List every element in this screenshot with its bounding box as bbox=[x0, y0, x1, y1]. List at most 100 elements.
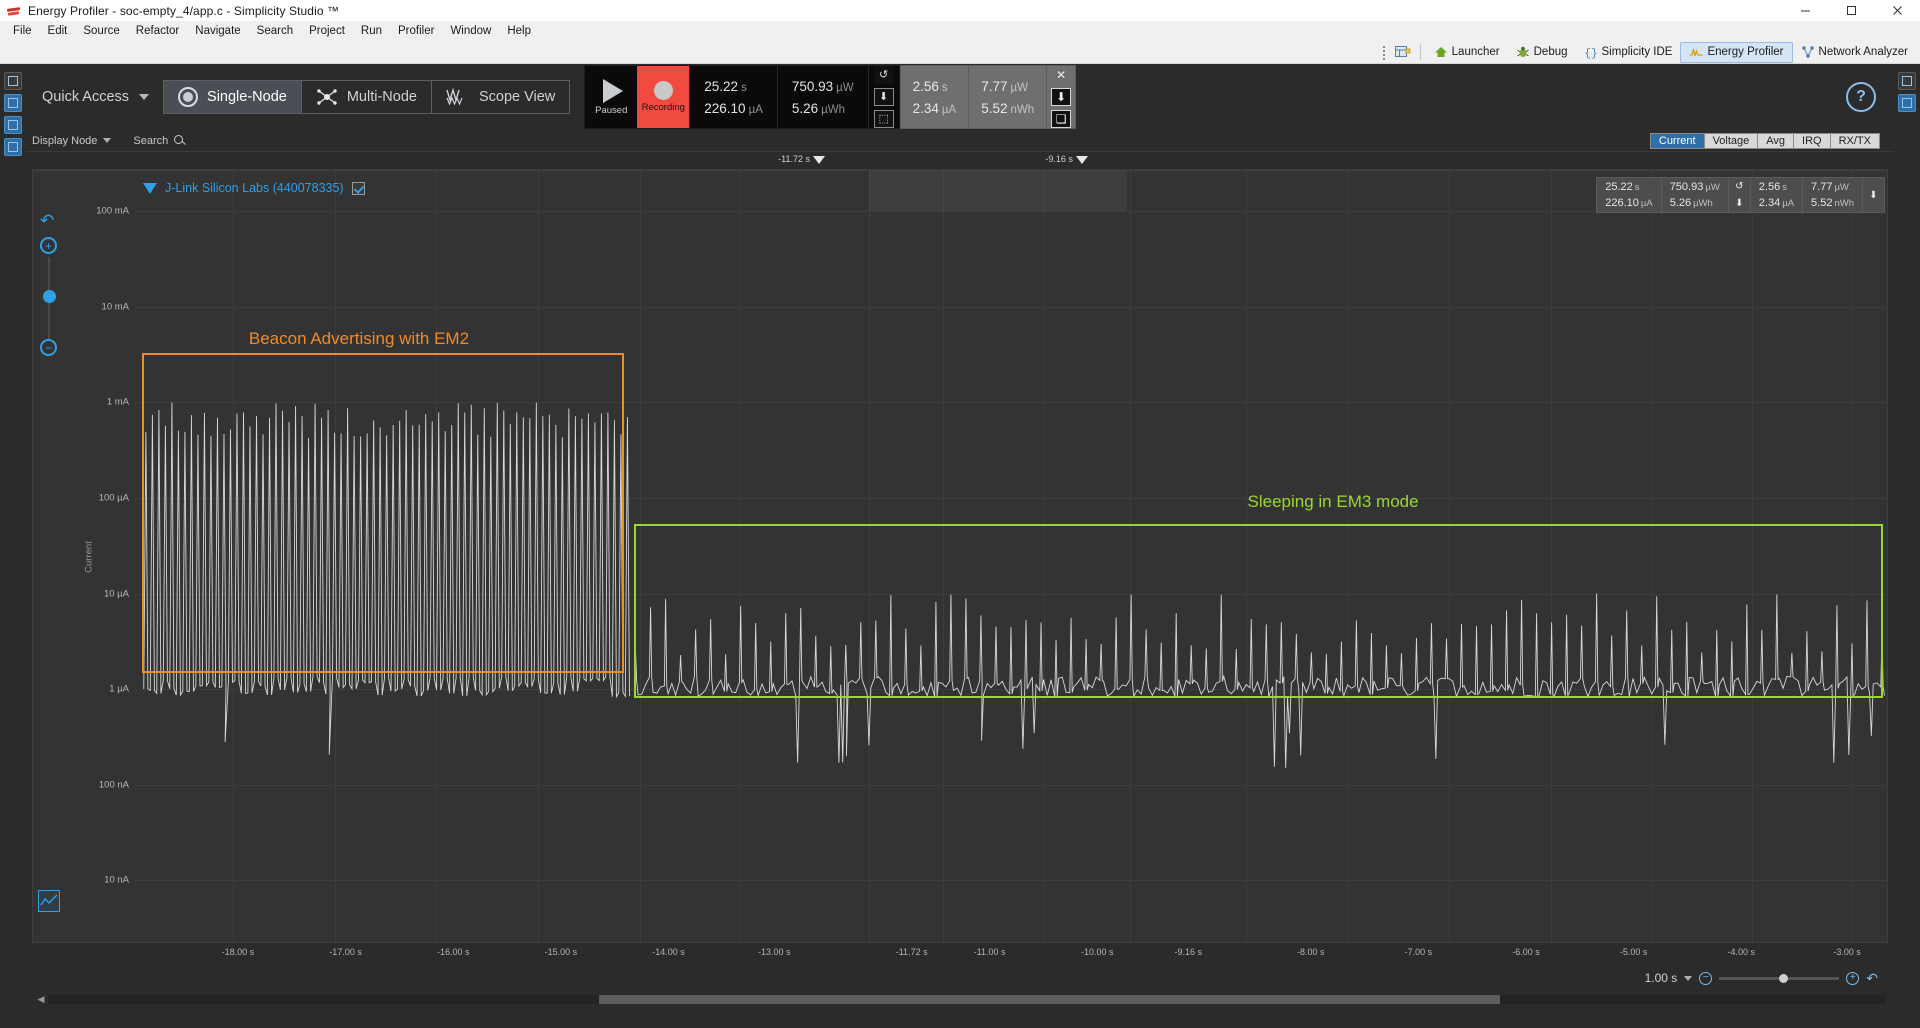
perspective-tab-debug[interactable]: Debug bbox=[1508, 42, 1576, 63]
chevron-down-icon[interactable] bbox=[1684, 975, 1693, 981]
segment-avg[interactable]: Avg bbox=[1758, 133, 1795, 148]
session-power: 750.93 µW bbox=[792, 79, 854, 94]
rail-icon-right-1[interactable] bbox=[1898, 72, 1916, 90]
search-control[interactable]: Search bbox=[133, 135, 185, 147]
ruler-marker-end[interactable]: -9.16 s bbox=[1045, 154, 1088, 164]
y-tick-label: 100 mA bbox=[96, 205, 129, 217]
x-axis: -18.00 s -17.00 s -16.00 s -15.00 s -14.… bbox=[32, 943, 1888, 965]
reset-zoom-icon[interactable]: ↶ bbox=[1866, 970, 1878, 987]
close-icon[interactable] bbox=[1874, 0, 1920, 21]
menu-item-help[interactable]: Help bbox=[499, 21, 539, 41]
timeline-ruler[interactable]: -11.72 s -9.16 s bbox=[32, 152, 1888, 170]
segment-irq[interactable]: IRQ bbox=[1794, 133, 1831, 148]
horizontal-scrollbar[interactable]: ◀ bbox=[32, 991, 1888, 1007]
scrollbar-thumb[interactable] bbox=[599, 994, 1500, 1004]
mode-button-scope-view[interactable]: Scope View bbox=[431, 80, 571, 114]
overlay-sel-power-group: 7.77 µW 5.52 nWh bbox=[1803, 178, 1863, 212]
download-icon[interactable]: ⬇ bbox=[1732, 196, 1747, 211]
menu-item-window[interactable]: Window bbox=[442, 21, 499, 41]
reset-zoom-icon[interactable]: ↶ bbox=[40, 211, 54, 231]
quick-access-button[interactable]: Quick Access bbox=[34, 89, 163, 105]
zoom-out-icon[interactable]: − bbox=[40, 339, 57, 356]
minimize-icon[interactable] bbox=[1782, 0, 1828, 21]
zoom-slider-track[interactable] bbox=[1719, 973, 1840, 983]
overlay-sel-energy: 5.52 nWh bbox=[1811, 197, 1854, 209]
zoom-slider-knob[interactable] bbox=[42, 290, 56, 303]
overlay-sel-current: 2.34 µA bbox=[1758, 197, 1795, 209]
mode-button-single-node[interactable]: Single-Node bbox=[163, 80, 302, 114]
session-power-unit: µW bbox=[836, 81, 854, 94]
rail-icon-view-3[interactable] bbox=[4, 138, 22, 156]
close-selection-icon[interactable]: ✕ bbox=[1051, 66, 1071, 84]
zoom-selection-icon[interactable]: ❑ bbox=[1051, 110, 1072, 128]
select-all-icon[interactable]: ⬚ bbox=[873, 110, 894, 128]
reset-icon[interactable]: ↺ bbox=[1732, 179, 1747, 194]
perspective-tab-label: Network Analyzer bbox=[1818, 46, 1908, 58]
pause-button[interactable]: Paused bbox=[585, 66, 637, 128]
scrollbar-track[interactable] bbox=[48, 994, 1886, 1004]
session-action-icons: ↺ ⬇ ⬚ bbox=[867, 66, 899, 128]
menu-item-search[interactable]: Search bbox=[249, 21, 301, 41]
view-mode-segmented-control: Current Voltage Avg IRQ RX/TX bbox=[1649, 132, 1880, 149]
scroll-left-icon[interactable]: ◀ bbox=[34, 994, 48, 1005]
rail-icon-outline[interactable] bbox=[4, 72, 22, 90]
segment-voltage[interactable]: Voltage bbox=[1704, 133, 1759, 148]
rail-icon-right-2[interactable] bbox=[1898, 94, 1916, 112]
perspective-tab-label: Simplicity IDE bbox=[1601, 46, 1673, 58]
overlay-icons-left: ↺ ⬇ bbox=[1729, 178, 1751, 212]
segment-current[interactable]: Current bbox=[1650, 133, 1705, 148]
menu-item-source[interactable]: Source bbox=[75, 21, 127, 41]
zoom-in-icon[interactable]: + bbox=[40, 237, 57, 254]
menu-item-edit[interactable]: Edit bbox=[40, 21, 76, 41]
zoom-slider-knob[interactable] bbox=[1779, 973, 1789, 983]
perspective-tab-energy-profiler[interactable]: Energy Profiler bbox=[1680, 41, 1793, 63]
menu-item-profiler[interactable]: Profiler bbox=[390, 21, 442, 41]
rail-icon-view-2[interactable] bbox=[4, 116, 22, 134]
segment-rxtx[interactable]: RX/TX bbox=[1830, 133, 1879, 148]
overlay-sel-time-group: 2.56 s 2.34 µA bbox=[1751, 178, 1804, 212]
collapse-triangle-icon[interactable] bbox=[143, 182, 157, 194]
zoom-out-icon[interactable]: − bbox=[1699, 971, 1713, 985]
annotation-label-em3: Sleeping in EM3 mode bbox=[1247, 491, 1419, 511]
view-mode-group: Single-Node Multi-Node Scope View bbox=[163, 80, 571, 114]
toolbar-grip-icon[interactable] bbox=[1381, 44, 1387, 60]
perspective-tab-simplicity-ide[interactable]: {} Simplicity IDE bbox=[1576, 42, 1681, 63]
record-button[interactable]: Recording bbox=[637, 66, 690, 128]
download-icon[interactable]: ⬇ bbox=[873, 88, 894, 106]
braces-icon: {} bbox=[1584, 45, 1598, 60]
node-label[interactable]: J-Link Silicon Labs (440078335) bbox=[165, 181, 344, 195]
menu-item-run[interactable]: Run bbox=[353, 21, 390, 41]
node-visible-checkbox[interactable] bbox=[351, 181, 365, 195]
maximize-icon[interactable] bbox=[1828, 0, 1874, 21]
x-tick-label: -4.00 s bbox=[1727, 947, 1756, 957]
mode-button-multi-node[interactable]: Multi-Node bbox=[301, 80, 432, 114]
fit-to-view-icon[interactable] bbox=[38, 890, 60, 912]
ruler-marker-start[interactable]: -11.72 s bbox=[778, 154, 825, 164]
display-node-dropdown[interactable]: Display Node bbox=[32, 135, 112, 147]
zoom-in-icon[interactable]: + bbox=[1846, 971, 1860, 985]
plot-area[interactable]: J-Link Silicon Labs (440078335) 25.22 s 2… bbox=[135, 171, 1887, 942]
selection-power-unit: µW bbox=[1010, 81, 1028, 94]
perspective-tab-launcher[interactable]: Launcher bbox=[1426, 42, 1508, 63]
menu-item-navigate[interactable]: Navigate bbox=[187, 21, 248, 41]
y-tick-label: 10 µA bbox=[103, 588, 129, 599]
perspective-tab-label: Debug bbox=[1533, 46, 1568, 58]
rail-icon-view-1[interactable] bbox=[4, 94, 22, 112]
quick-access-label: Quick Access bbox=[42, 89, 130, 105]
mode-label: Single-Node bbox=[207, 89, 287, 105]
marker-triangle-icon bbox=[1075, 156, 1088, 164]
home-icon bbox=[1434, 45, 1448, 59]
open-perspective-icon[interactable] bbox=[1391, 42, 1415, 62]
session-power-group: 750.93 µW 5.26 µWh bbox=[776, 66, 868, 128]
menu-item-project[interactable]: Project bbox=[301, 21, 353, 41]
network-icon bbox=[1801, 45, 1815, 59]
export-icon[interactable]: ⬇ bbox=[1051, 88, 1072, 106]
export-icon[interactable]: ⬇ bbox=[1866, 188, 1881, 203]
x-tick-label: -11.00 s bbox=[973, 947, 1006, 957]
menu-item-refactor[interactable]: Refactor bbox=[128, 21, 187, 41]
perspective-tab-network-analyzer[interactable]: Network Analyzer bbox=[1793, 42, 1916, 63]
reset-icon[interactable]: ↺ bbox=[873, 66, 894, 84]
help-icon[interactable]: ? bbox=[1846, 82, 1876, 112]
vertical-zoom-control: ↶ + − bbox=[33, 171, 67, 942]
menu-item-file[interactable]: File bbox=[5, 21, 40, 41]
